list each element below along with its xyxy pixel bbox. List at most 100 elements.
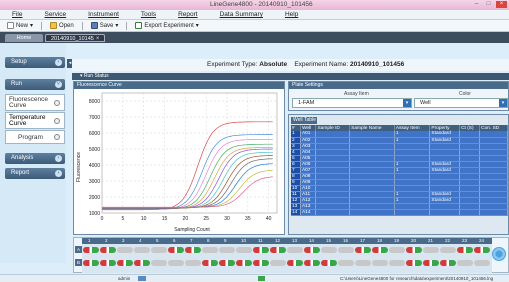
plate-well[interactable] [355, 247, 371, 253]
chevron-down-icon[interactable]: ▾ [403, 99, 411, 107]
sidebar-item-program[interactable]: Program [5, 130, 65, 144]
sidebar-item-report[interactable]: Report › [5, 168, 65, 179]
plate-well[interactable] [321, 247, 337, 253]
experiment-type-value: Absolute [259, 61, 288, 68]
color-select[interactable]: Well ▾ [414, 98, 508, 108]
plate-well[interactable] [134, 260, 150, 266]
save-button[interactable]: Save ▾ [87, 21, 123, 30]
connection-icon [258, 276, 265, 281]
run-status-bar[interactable]: ▾ Run Status [72, 73, 509, 80]
status-user: admin [118, 276, 131, 281]
experiment-info: Experiment Type: Absolute Experiment Nam… [207, 61, 404, 68]
plate-well[interactable] [406, 260, 422, 266]
plate-well[interactable] [236, 247, 252, 253]
plate-well[interactable] [151, 260, 167, 266]
chevron-down-icon[interactable]: ▾ [115, 22, 118, 29]
plate-well[interactable] [287, 260, 303, 266]
plate-well[interactable] [83, 247, 99, 253]
plate-well[interactable] [185, 260, 201, 266]
assay-item-header: Assay Item [344, 91, 369, 97]
x-axis-label: Sampling Count [174, 227, 210, 233]
plate-column-label: 8 [207, 238, 210, 243]
plate-well[interactable] [117, 247, 133, 253]
menu-tools[interactable]: Tools [141, 11, 156, 18]
plate-well[interactable] [389, 247, 405, 253]
menu-help[interactable]: Help [285, 11, 298, 18]
plate-well[interactable] [457, 247, 473, 253]
assay-item-select[interactable]: 1-FAM ▾ [292, 98, 412, 108]
plate-well[interactable] [117, 260, 133, 266]
menu-report[interactable]: Report [178, 11, 198, 18]
y-tick-label: 8000 [89, 99, 100, 105]
plate-well[interactable] [304, 260, 320, 266]
plate-well[interactable] [270, 260, 286, 266]
plate-well[interactable] [474, 247, 490, 253]
plate-well[interactable] [100, 247, 116, 253]
maximize-button[interactable]: □ [484, 1, 493, 8]
x-tick-label: 10 [141, 216, 147, 222]
menu-data-summary[interactable]: Data Summary [220, 11, 263, 18]
plate-well[interactable] [474, 260, 490, 266]
plate-well[interactable] [304, 247, 320, 253]
close-button[interactable]: × [496, 1, 507, 8]
plate-well[interactable] [321, 260, 337, 266]
menu-file[interactable]: File [12, 11, 22, 18]
toolbar: New ▾ Open Save ▾ Export Experiment ▾ [0, 20, 509, 32]
plate-well[interactable] [202, 247, 218, 253]
plate-well[interactable] [287, 247, 303, 253]
plate-well[interactable] [457, 260, 473, 266]
tab-experiment[interactable]: 20140910_10145 × [45, 33, 106, 42]
plate-well[interactable] [253, 260, 269, 266]
chevron-down-icon[interactable]: ▾ [196, 22, 199, 29]
minimize-button[interactable]: – [472, 1, 481, 8]
sidebar-report-label: Report [11, 170, 30, 176]
plate-well[interactable] [219, 247, 235, 253]
plate-well[interactable] [372, 247, 388, 253]
plate-well[interactable] [134, 247, 150, 253]
tab-well-table[interactable]: Well Table [291, 117, 317, 124]
sidebar-item-temperature-curve[interactable]: Temperature Curve [5, 112, 65, 129]
menu-instrument[interactable]: Instrument [88, 11, 119, 18]
plate-well[interactable] [372, 260, 388, 266]
plate-well[interactable] [406, 247, 422, 253]
plate-well[interactable] [83, 260, 99, 266]
plate-well[interactable] [168, 247, 184, 253]
plate-well[interactable] [219, 260, 235, 266]
open-button[interactable]: Open [46, 21, 78, 30]
plate-well[interactable] [389, 260, 405, 266]
plate-well[interactable] [253, 247, 269, 253]
toolbar-separator [126, 21, 128, 30]
chevron-down-icon[interactable]: ▾ [30, 22, 33, 29]
plate-well[interactable] [151, 247, 167, 253]
menu-service[interactable]: Service [44, 11, 66, 18]
plate-column-label: 20 [411, 238, 417, 243]
close-tab-icon[interactable]: × [96, 36, 100, 42]
plate-well[interactable] [100, 260, 116, 266]
sidebar-item-analysis[interactable]: Analysis › [5, 153, 65, 164]
export-button[interactable]: Export Experiment ▾ [131, 21, 202, 30]
plate-well[interactable] [338, 247, 354, 253]
plate-well[interactable] [168, 260, 184, 266]
well-table-body: 1 A01 1 Standard 2 A02 1 Standard 3 A03 4 A04 5 A05 6 A… [291, 131, 508, 216]
plate-well[interactable] [440, 247, 456, 253]
plate-settings-gear-icon[interactable] [492, 247, 506, 261]
sidebar-item-setup[interactable]: Setup › [5, 57, 65, 68]
chevron-down-icon[interactable]: ▾ [499, 99, 507, 107]
plate-well[interactable] [236, 260, 252, 266]
plate-well[interactable] [440, 260, 456, 266]
x-tick-label: 20 [183, 216, 189, 222]
plate-well[interactable] [423, 247, 439, 253]
plate-well[interactable] [338, 260, 354, 266]
table-row[interactable]: 14 A14 [291, 209, 508, 216]
plate-well[interactable] [270, 247, 286, 253]
plate-well[interactable] [423, 260, 439, 266]
plate-well[interactable] [185, 247, 201, 253]
plate-well[interactable] [202, 260, 218, 266]
temperature-curve-label: Temperature Curve [9, 114, 46, 127]
plate-well[interactable] [355, 260, 371, 266]
tab-home[interactable]: Home [5, 33, 43, 42]
plate-column-label: 19 [394, 238, 400, 243]
new-button[interactable]: New ▾ [3, 21, 37, 30]
sidebar-item-fluorescence-curve[interactable]: Fluorescence Curve [5, 94, 65, 111]
sidebar-item-run[interactable]: Run ˅ [5, 79, 65, 90]
